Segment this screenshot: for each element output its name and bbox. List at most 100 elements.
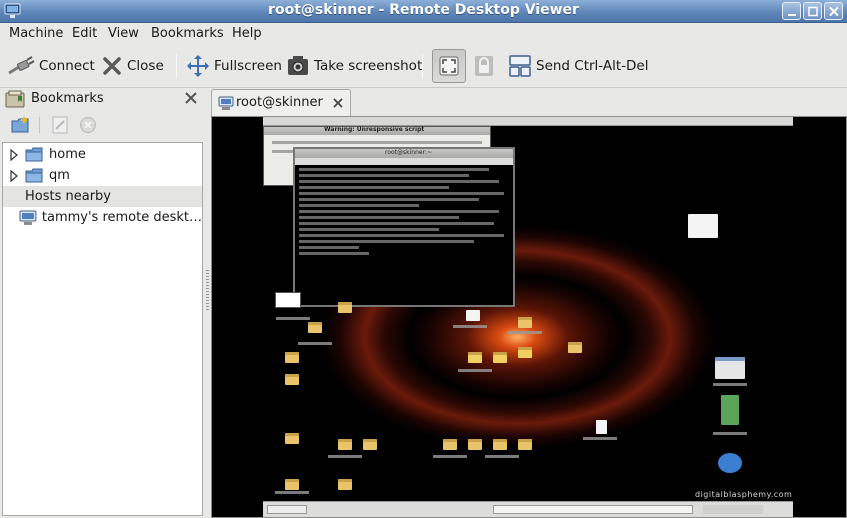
sidebar-toolbar-separator bbox=[39, 117, 40, 133]
minimize-button[interactable] bbox=[782, 2, 801, 20]
edit-bookmark-icon[interactable] bbox=[52, 116, 68, 134]
tree-item-qm[interactable]: qm bbox=[3, 165, 202, 186]
expander-arrow-icon[interactable] bbox=[9, 148, 19, 161]
desktop-folder-icon[interactable] bbox=[518, 439, 532, 450]
remote-terminal-titlebar: root@skinner:~ bbox=[295, 149, 513, 158]
new-folder-icon[interactable] bbox=[11, 116, 29, 134]
desktop-icon-label bbox=[713, 432, 747, 435]
remote-terminal-title: root@skinner:~ bbox=[385, 149, 433, 156]
remote-terminal-menu bbox=[295, 158, 513, 165]
desktop-folder-icon[interactable] bbox=[285, 479, 299, 490]
expander-arrow-icon[interactable] bbox=[9, 169, 19, 182]
toolbar-separator bbox=[176, 54, 177, 79]
remote-desktop-thumbnail[interactable] bbox=[275, 292, 301, 308]
remote-dialog-text bbox=[272, 141, 482, 144]
pane-resize-handle[interactable] bbox=[206, 270, 209, 310]
close-label: Close bbox=[127, 58, 164, 74]
screenshot-label: Take screenshot bbox=[314, 58, 423, 74]
menu-machine[interactable]: Machine bbox=[9, 26, 63, 41]
desktop-folder-icon[interactable] bbox=[285, 352, 299, 363]
fullscreen-button[interactable]: Fullscreen bbox=[186, 51, 282, 81]
desktop-screen-icon[interactable] bbox=[715, 357, 745, 379]
minimize-icon bbox=[788, 14, 796, 16]
window-title-bar[interactable]: root@skinner - Remote Desktop Viewer bbox=[0, 0, 847, 23]
terminal-output-line bbox=[299, 240, 474, 243]
tree-item-remote-host[interactable]: tammy's remote deskt… bbox=[3, 207, 202, 228]
menu-help[interactable]: Help bbox=[232, 26, 262, 41]
terminal-prompt-line bbox=[299, 252, 369, 255]
desktop-app-icon[interactable] bbox=[468, 352, 482, 363]
desktop-folder-icon[interactable] bbox=[568, 342, 582, 353]
keyboard-keys-icon bbox=[509, 55, 531, 77]
desktop-icon-label bbox=[275, 491, 309, 494]
desktop-folder-icon[interactable] bbox=[338, 439, 352, 450]
tab-label: root@skinner bbox=[236, 95, 323, 110]
desktop-icon-label bbox=[508, 331, 542, 334]
send-keys-label: Send Ctrl-Alt-Del bbox=[536, 58, 649, 74]
close-icon bbox=[829, 6, 839, 17]
maximize-icon bbox=[808, 6, 818, 17]
remote-taskbar-button[interactable] bbox=[493, 505, 693, 514]
terminal-output-line bbox=[299, 186, 449, 189]
desktop-app-icon[interactable] bbox=[493, 352, 507, 363]
terminal-output-line bbox=[299, 192, 504, 195]
remote-display-area[interactable]: Warning: Unresponsive script root@skinne… bbox=[211, 116, 847, 518]
take-screenshot-button[interactable]: Take screenshot bbox=[286, 51, 422, 81]
remote-desktop-screen[interactable]: Warning: Unresponsive script root@skinne… bbox=[263, 117, 793, 517]
bookmarks-tree: home qm Hosts nearby tammy's remote desk… bbox=[2, 142, 203, 516]
tree-item-label: tammy's remote deskt… bbox=[41, 210, 202, 225]
tree-item-label: qm bbox=[49, 168, 70, 183]
desktop-folder-icon[interactable] bbox=[338, 302, 352, 313]
scaling-toggle-button[interactable] bbox=[432, 49, 466, 83]
tab-close-icon[interactable] bbox=[332, 97, 344, 109]
folder-icon bbox=[25, 168, 43, 183]
desktop-folder-icon[interactable] bbox=[285, 374, 299, 385]
remote-terminal-window[interactable]: root@skinner:~ bbox=[293, 147, 515, 307]
sidebar-header: Bookmarks bbox=[0, 88, 205, 110]
close-connection-button[interactable]: Close bbox=[101, 51, 164, 81]
desktop-app-icon[interactable] bbox=[518, 347, 532, 358]
remote-taskbar[interactable] bbox=[263, 501, 793, 517]
desktop-folder-icon[interactable] bbox=[493, 439, 507, 450]
menu-view[interactable]: View bbox=[108, 26, 139, 41]
desktop-folder-icon[interactable] bbox=[468, 439, 482, 450]
menu-edit[interactable]: Edit bbox=[72, 26, 97, 41]
fullscreen-label: Fullscreen bbox=[214, 58, 282, 74]
desktop-document-icon[interactable] bbox=[721, 395, 739, 425]
window-close-button[interactable] bbox=[824, 2, 843, 20]
terminal-output-line bbox=[299, 204, 419, 207]
menu-bookmarks[interactable]: Bookmarks bbox=[151, 26, 224, 41]
tab-root-skinner[interactable]: root@skinner bbox=[211, 89, 351, 117]
remote-top-panel bbox=[263, 117, 793, 126]
terminal-output-line bbox=[299, 174, 469, 177]
desktop-bird-icon[interactable] bbox=[718, 453, 742, 473]
terminal-output-line bbox=[299, 198, 479, 201]
remote-taskbar-button[interactable] bbox=[267, 505, 307, 514]
folder-icon bbox=[25, 147, 43, 162]
desktop-folder-icon[interactable] bbox=[285, 433, 299, 444]
desktop-folder-icon[interactable] bbox=[443, 439, 457, 450]
desktop-folder-icon[interactable] bbox=[308, 322, 322, 333]
desktop-icon-label bbox=[713, 383, 747, 386]
keyboard-grab-button[interactable] bbox=[474, 55, 494, 81]
maximize-button[interactable] bbox=[803, 2, 822, 20]
desktop-folder-icon[interactable] bbox=[338, 479, 352, 490]
connect-label: Connect bbox=[39, 58, 95, 74]
tree-item-home[interactable]: home bbox=[3, 144, 202, 165]
toolbar-separator bbox=[422, 54, 423, 79]
sidebar-close-icon[interactable] bbox=[184, 91, 198, 105]
desktop-file-icon[interactable] bbox=[466, 310, 480, 321]
delete-bookmark-icon[interactable] bbox=[79, 116, 97, 134]
wallpaper-watermark: digitalblasphemy.com bbox=[695, 490, 793, 499]
connect-button[interactable]: Connect bbox=[7, 51, 95, 81]
desktop-folder-icon[interactable] bbox=[363, 439, 377, 450]
desktop-file-icon[interactable] bbox=[596, 420, 607, 434]
section-label: Hosts nearby bbox=[25, 189, 111, 204]
desktop-image-icon[interactable] bbox=[688, 214, 718, 238]
hosts-nearby-section[interactable]: Hosts nearby bbox=[3, 186, 202, 207]
computer-icon bbox=[19, 210, 37, 225]
remote-tray bbox=[703, 505, 763, 514]
desktop-folder-icon[interactable] bbox=[518, 317, 532, 328]
connect-plug-icon bbox=[8, 56, 35, 75]
send-ctrl-alt-del-button[interactable]: Send Ctrl-Alt-Del bbox=[508, 51, 649, 81]
